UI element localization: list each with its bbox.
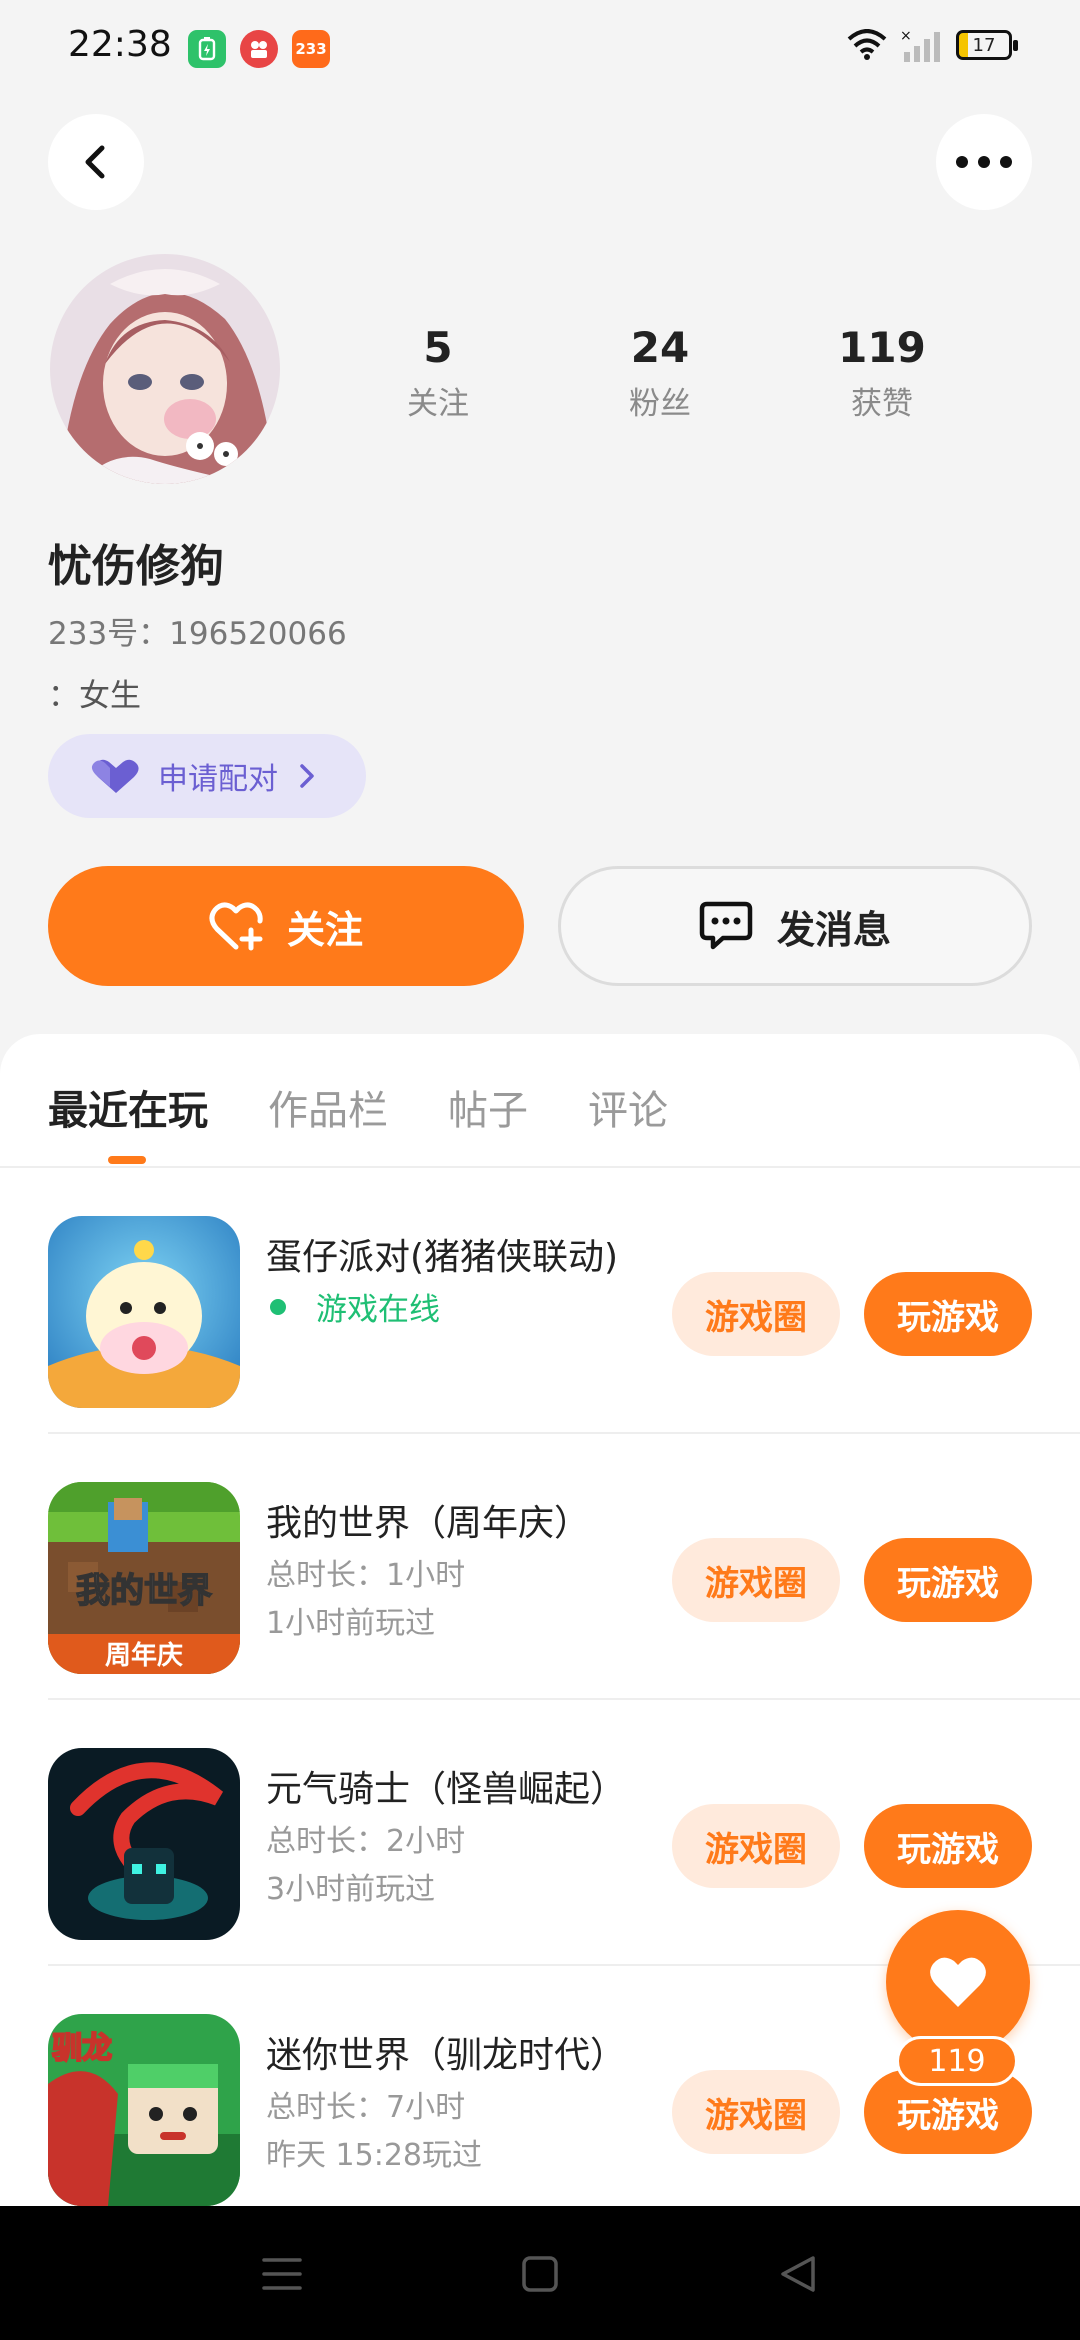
wifi-icon [847,29,887,60]
game-title: 我的世界（周年庆） [266,1503,591,1544]
minecraft-icon-subtitle: 周年庆 [105,1640,183,1671]
game-row[interactable]: 我的世界 周年庆 我的世界（周年庆） 总时长：1小时 1小时前玩过 游戏圈 玩游… [48,1434,1080,1700]
chevron-left-icon [85,145,105,179]
tab-works[interactable]: 作品栏 [268,1078,388,1136]
nickname: 忧伤修狗 [48,541,224,592]
user-id: 233号：196520066 [48,616,347,652]
online-status-label: 游戏在线 [316,1292,440,1328]
back-triangle-icon [781,2256,815,2292]
tab-recently-played[interactable]: 最近在玩 [48,1078,208,1136]
follow-label: 关注 [286,907,363,952]
tab-bar: 最近在玩 作品栏 帖子 评论 [0,1034,1080,1168]
play-game-button[interactable]: 玩游戏 [864,1804,1032,1888]
like-count-badge: 119 [896,2036,1018,2086]
more-dots-icon [956,156,1012,168]
stat-fans[interactable]: 24 粉丝 [580,322,740,423]
home-square-icon [522,2256,558,2292]
game-circle-button[interactable]: 游戏圈 [672,1272,840,1356]
mini-world-icon-text: 驯龙 [52,2031,112,2066]
233-app-icon: 233 [292,30,330,68]
play-game-button[interactable]: 玩游戏 [864,1538,1032,1622]
game-circle-button[interactable]: 游戏圈 [672,2070,840,2154]
likes-label: 获赞 [851,386,913,422]
game-icon-mini-world[interactable]: 驯龙 [48,2014,240,2206]
status-indicators: × 17 [846,28,1018,62]
tab-comments[interactable]: 评论 [588,1078,668,1136]
online-status: 游戏在线 [266,1284,440,1329]
game-duration: 总时长：7小时 [266,2090,466,2125]
game-circle-button[interactable]: 游戏圈 [672,1804,840,1888]
battery-icon: 17 [956,30,1018,60]
stat-following[interactable]: 5 关注 [358,322,518,423]
gender: ：女生 [48,678,141,714]
message-button[interactable]: 发消息 [558,866,1032,986]
play-game-button[interactable]: 玩游戏 [864,1272,1032,1356]
game-icon-eggy-party[interactable] [48,1216,240,1408]
message-label: 发消息 [776,907,891,952]
game-title: 蛋仔派对(猪猪侠联动) [266,1237,619,1278]
following-count: 5 [423,323,453,372]
follow-button[interactable]: 关注 [48,866,524,986]
game-duration: 总时长：1小时 [266,1558,466,1593]
following-label: 关注 [407,386,469,422]
signal-icon: × [900,28,940,62]
back-nav-button[interactable] [768,2244,828,2304]
fans-count: 24 [630,323,690,372]
game-last-played: 1小时前玩过 [266,1606,436,1641]
menu-nav-button[interactable] [252,2244,312,2304]
pair-request-label: 申请配对 [158,762,278,797]
game-duration: 总时长：2小时 [266,1824,466,1859]
game-icon-minecraft[interactable]: 我的世界 周年庆 [48,1482,240,1674]
heart-plus-icon [209,902,263,951]
fans-label: 粉丝 [629,386,691,422]
minecraft-icon-title: 我的世界 [76,1571,212,1611]
chevron-right-icon [300,764,314,788]
avatar[interactable] [50,254,280,484]
status-bar: 22:38 233 × 17 [0,0,1080,96]
more-button[interactable] [936,114,1032,210]
game-last-played: 3小时前玩过 [266,1872,436,1907]
svg-text:×: × [900,28,912,44]
game-circle-button[interactable]: 游戏圈 [672,1538,840,1622]
heart-icon [930,1957,986,2007]
home-nav-button[interactable] [510,2244,570,2304]
video-app-icon [240,30,278,68]
system-nav-bar [0,2206,1080,2340]
stat-likes[interactable]: 119 获赞 [802,322,962,423]
game-title: 元气骑士（怪兽崛起） [266,1769,627,1810]
game-row[interactable]: 蛋仔派对(猪猪侠联动) 游戏在线 游戏圈 玩游戏 [48,1168,1080,1434]
back-button[interactable] [48,114,144,210]
likes-count: 119 [838,323,926,372]
tab-posts[interactable]: 帖子 [448,1078,528,1136]
online-dot-icon [270,1298,286,1315]
chat-bubble-icon [699,901,753,950]
game-title: 迷你世界（驯龙时代） [266,2035,627,2076]
tab-indicator [108,1156,146,1164]
battery-saver-icon [188,30,226,68]
status-time: 22:38 [68,24,172,65]
menu-icon [262,2258,302,2290]
game-icon-soul-knight[interactable] [48,1748,240,1940]
like-button[interactable] [886,1910,1030,2054]
game-last-played: 昨天 15:28玩过 [266,2138,482,2173]
pair-request-button[interactable]: 申请配对 [48,734,366,818]
hearts-icon [91,759,139,793]
